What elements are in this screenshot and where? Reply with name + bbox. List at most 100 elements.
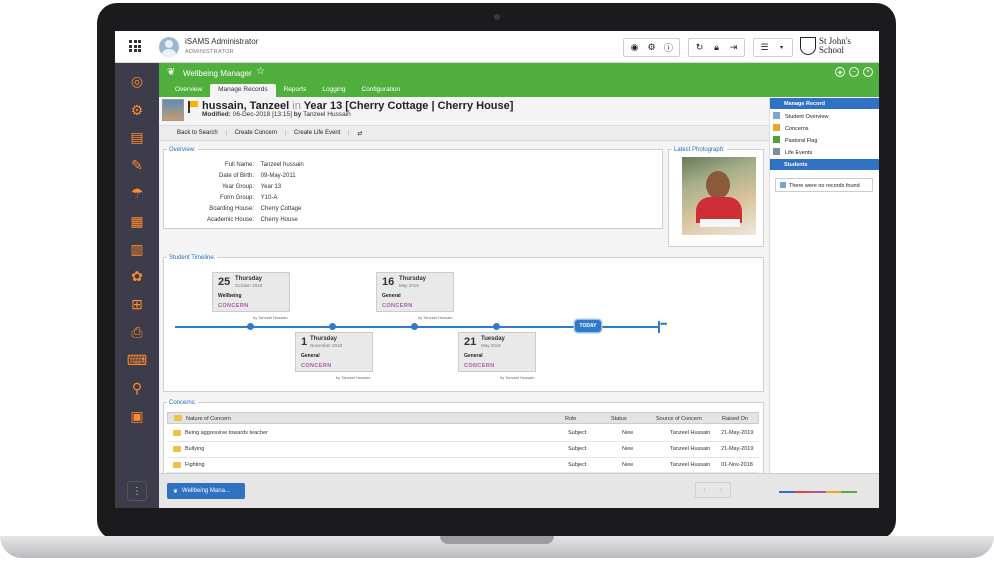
timeline-event-card[interactable]: 16 Thursday May 2019 General CONCERN xyxy=(376,272,454,312)
col-status[interactable]: Status xyxy=(611,416,627,422)
lock-icon[interactable]: 🔒︎ xyxy=(708,39,725,56)
info-icon[interactable]: ⓘ xyxy=(660,39,677,56)
reports-icon[interactable]: ✎ xyxy=(127,155,147,175)
nav-student-overview[interactable]: Student Overview xyxy=(773,112,828,120)
timeline-event-card[interactable]: 25 Thursday October 2018 Wellbeing CONCE… xyxy=(212,272,290,312)
apps-grid-icon[interactable] xyxy=(129,40,141,52)
next-icon[interactable]: › xyxy=(713,483,730,497)
form-group-label: Form Group: xyxy=(219,195,254,201)
overview-row: Boarding House: Cherry Cottage xyxy=(164,206,301,212)
more-options-icon[interactable]: ⋮ xyxy=(127,481,147,501)
nav-label: Life Events xyxy=(785,150,813,156)
close-icon[interactable]: × xyxy=(863,67,873,77)
blocks-icon[interactable]: ▦ xyxy=(127,211,147,231)
concern-source: Tanzeel Hussain xyxy=(670,462,711,468)
back-to-search-button[interactable]: Back to Search xyxy=(169,130,227,136)
calendar-icon[interactable]: ▥ xyxy=(127,239,147,259)
tab-overview[interactable]: Overview xyxy=(167,84,210,97)
gear-box-icon[interactable]: ✿ xyxy=(127,266,147,286)
overview-row: Academic House: Cherry House xyxy=(164,217,298,223)
module-header: ❦ Wellbeing Manager ☆ Overview Manage Re… xyxy=(159,63,879,97)
favourite-star-icon[interactable]: ☆ xyxy=(256,66,265,77)
nav-pastoral-flag[interactable]: Pastoral Flag xyxy=(773,136,817,144)
timeline-dot[interactable] xyxy=(247,323,254,330)
table-row[interactable]: Bullying Subject New Tanzeel Hussain 21-… xyxy=(167,442,759,458)
dob-label: Date of Birth: xyxy=(218,173,254,179)
printer-icon[interactable]: ⎙ xyxy=(127,322,147,342)
concern-status: New xyxy=(622,446,634,452)
concern-nature: Bullying xyxy=(185,446,205,452)
modified-by-word: by xyxy=(293,111,302,118)
concern-status: New xyxy=(622,430,634,436)
timeline-event-card[interactable]: 21 Tuesday May 2019 General CONCERN xyxy=(458,332,536,372)
taskbar-wellbeing-button[interactable]: ❦ Wellbeing Mana... xyxy=(167,483,245,499)
folder-icon xyxy=(173,446,181,452)
code-icon[interactable]: ⌨ xyxy=(127,350,147,370)
user-role: ADMINISTRATOR xyxy=(185,49,234,55)
event-month: November 2018 xyxy=(310,343,343,348)
logout-icon[interactable]: ⇥ xyxy=(725,39,742,56)
top-bar: iSAMS Administrator ADMINISTRATOR ◉ ⚙ ⓘ … xyxy=(115,31,879,63)
create-life-event-button[interactable]: Create Life Event xyxy=(286,130,350,136)
concerns-icon xyxy=(773,124,780,131)
sports-icon[interactable]: ⚲ xyxy=(127,378,147,398)
student-modified: Modified: 06-Dec-2018 [13:15] by Tanzeel… xyxy=(202,111,351,118)
minimize-icon[interactable]: – xyxy=(849,67,859,77)
right-panel: Manage Record Student Overview Concerns … xyxy=(769,97,879,473)
user-avatar[interactable] xyxy=(159,37,179,57)
timeline-more-icon[interactable]: ••• xyxy=(660,319,668,329)
concern-nature: Being aggressive towards teacher xyxy=(185,430,268,436)
event-weekday: Thursday xyxy=(235,276,263,282)
event-category: General xyxy=(301,353,320,359)
table-row[interactable]: Fighting Subject New Tanzeel Hussain 01-… xyxy=(167,458,759,473)
event-weekday: Thursday xyxy=(399,276,427,282)
table-row[interactable]: Being aggressive towards teacher Subject… xyxy=(167,426,759,442)
modified-value: 06-Dec-2018 [13:15] xyxy=(232,111,292,118)
translate-icon[interactable]: ⇄ xyxy=(349,130,370,137)
nav-concerns[interactable]: Concerns xyxy=(773,124,809,132)
overview-row: Date of Birth: 09-May-2011 xyxy=(164,173,296,179)
help-icon[interactable]: ◉ xyxy=(626,39,643,56)
tab-manage-records[interactable]: Manage Records xyxy=(210,84,276,97)
event-category: General xyxy=(382,293,401,299)
timetable-icon[interactable]: ▤ xyxy=(127,127,147,147)
actions-bar: Back to Search Create Concern Create Lif… xyxy=(159,125,769,141)
concern-nature: Fighting xyxy=(185,462,205,468)
col-source[interactable]: Source of Concern xyxy=(656,416,702,422)
tab-reports[interactable]: Reports xyxy=(276,84,315,97)
brand-color-bar xyxy=(779,491,857,493)
umbrella-icon[interactable]: ☂ xyxy=(127,183,147,203)
timeline-dot[interactable] xyxy=(329,323,336,330)
create-concern-button[interactable]: Create Concern xyxy=(227,130,287,136)
concern-raised: 01-Nov-2018 xyxy=(721,462,753,468)
timeline-event-card[interactable]: 1 Thursday November 2018 General CONCERN xyxy=(295,332,373,372)
students-header: Students xyxy=(770,159,879,170)
gear-icon[interactable]: ⚙ xyxy=(643,39,660,56)
concern-role: Subject xyxy=(568,430,587,436)
school-name: St John's School xyxy=(819,37,851,55)
prev-icon[interactable]: ‹ xyxy=(696,483,713,497)
timeline-dot[interactable] xyxy=(493,323,500,330)
col-role[interactable]: Role xyxy=(565,416,576,422)
refresh-icon[interactable]: ↻ xyxy=(691,39,708,56)
event-month: May 2019 xyxy=(481,343,501,348)
event-author: by Tanzeel Hussain xyxy=(500,375,535,380)
menu-icon[interactable]: ☰ xyxy=(756,39,773,56)
col-nature[interactable]: Nature of Concern xyxy=(186,416,231,422)
org-chart-icon[interactable]: ⊞ xyxy=(127,294,147,314)
tab-configuration[interactable]: Configuration xyxy=(354,84,409,97)
dashboard-icon[interactable]: ◎ xyxy=(127,71,147,91)
tab-logging[interactable]: Logging xyxy=(314,84,353,97)
jobs-icon[interactable]: ▣ xyxy=(127,406,147,426)
event-day: 25 xyxy=(218,276,231,288)
restore-icon[interactable]: ◈ xyxy=(835,67,845,77)
timeline-today-marker[interactable]: TODAY xyxy=(575,320,601,332)
nav-life-events[interactable]: Life Events xyxy=(773,148,812,156)
timeline-dot[interactable] xyxy=(411,323,418,330)
chevron-down-icon[interactable]: ▾ xyxy=(773,39,790,56)
col-raised-on[interactable]: Raised On xyxy=(722,416,748,422)
overview-legend: Overview: xyxy=(167,147,198,153)
settings-icon[interactable]: ⚙ xyxy=(127,100,147,120)
event-day: 21 xyxy=(464,336,477,348)
student-thumbnail xyxy=(162,99,184,121)
